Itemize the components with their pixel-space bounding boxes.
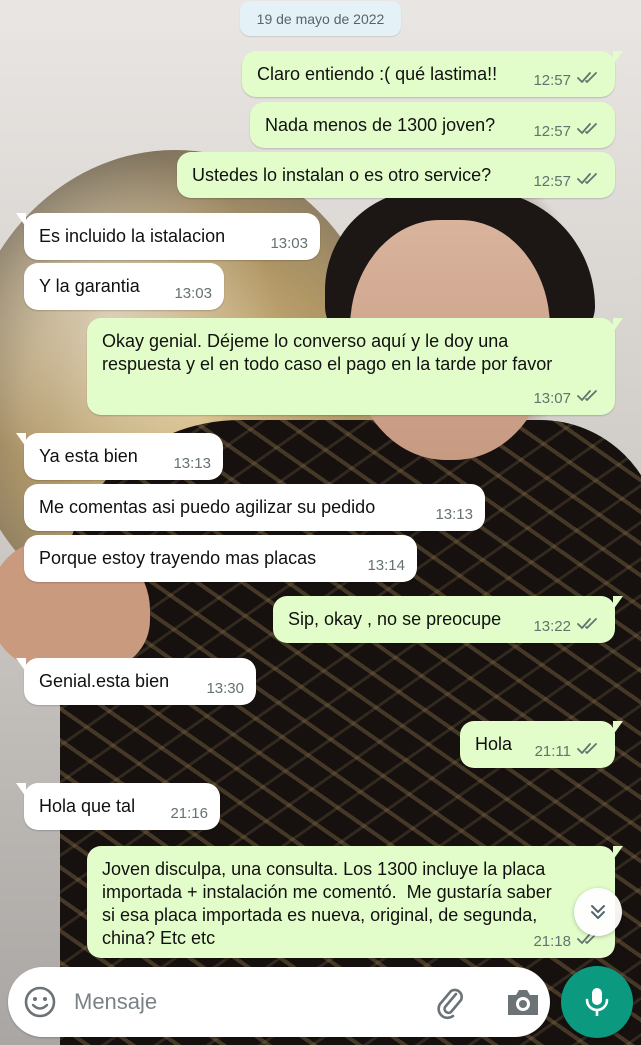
- paperclip-icon[interactable]: [432, 984, 468, 1020]
- message-time: 13:07: [533, 389, 571, 407]
- message-time: 13:14: [367, 557, 405, 574]
- outgoing-message[interactable]: Okay genial. Déjeme lo converso aquí y l…: [87, 318, 623, 415]
- message-text: Okay genial. Déjeme lo converso aquí y l…: [102, 331, 553, 374]
- message-time: 21:11: [534, 742, 571, 760]
- message-text: Porque estoy trayendo mas placas: [39, 548, 317, 568]
- message-meta: 12:57: [533, 71, 603, 89]
- message-text: Hola que tal: [39, 796, 136, 816]
- incoming-message[interactable]: Es incluido la istalacion 13:03: [16, 213, 320, 260]
- message-time: 13:03: [174, 285, 212, 302]
- incoming-message[interactable]: Porque estoy trayendo mas placas 13:14: [24, 535, 417, 582]
- message-text: Me comentas asi puedo agilizar su pedido: [39, 497, 376, 517]
- read-receipt-icon: [571, 71, 603, 89]
- message-time: 13:13: [435, 506, 473, 523]
- message-time: 13:13: [173, 455, 211, 472]
- message-time: 12:57: [533, 122, 571, 140]
- message-meta: 13:03: [174, 285, 212, 302]
- message-text: Claro entiendo :( qué lastima!!: [257, 64, 498, 84]
- read-receipt-icon: [571, 617, 603, 635]
- message-time: 13:30: [206, 680, 244, 697]
- message-text: Joven disculpa, una consulta. Los 1300 i…: [102, 859, 552, 948]
- message-text: Es incluido la istalacion: [39, 226, 226, 246]
- message-meta: 13:22: [533, 617, 603, 635]
- message-time: 12:57: [533, 71, 571, 89]
- outgoing-message[interactable]: Hola 21:11: [460, 721, 623, 768]
- incoming-message[interactable]: Genial.esta bien 13:30: [16, 658, 256, 705]
- date-separator: 19 de mayo de 2022: [240, 1, 401, 36]
- incoming-message[interactable]: Y la garantia 13:03: [24, 263, 224, 310]
- message-time: 21:16: [170, 805, 208, 822]
- read-receipt-icon: [571, 389, 603, 407]
- message-text: Y la garantia: [39, 276, 140, 296]
- microphone-icon: [585, 988, 609, 1016]
- message-time: 21:18: [533, 932, 571, 950]
- outgoing-message[interactable]: Ustedes lo instalan o es otro service? 12…: [177, 152, 615, 198]
- message-input[interactable]: [74, 982, 374, 1022]
- message-meta: 13:30: [206, 680, 244, 697]
- camera-icon[interactable]: [504, 984, 542, 1020]
- outgoing-message[interactable]: Sip, okay , no se preocupe 13:22: [273, 596, 623, 643]
- read-receipt-icon: [571, 172, 603, 190]
- message-meta: 12:57: [533, 172, 603, 190]
- message-meta: 21:16: [170, 805, 208, 822]
- chat-screen: 19 de mayo de 2022 Claro entiendo :( qué…: [0, 0, 641, 1045]
- double-chevron-down-icon: [591, 905, 605, 919]
- message-meta: 13:13: [435, 506, 473, 523]
- message-meta: 13:13: [173, 455, 211, 472]
- message-time: 13:22: [533, 617, 571, 635]
- message-time: 13:03: [270, 235, 308, 252]
- message-meta: 13:03: [270, 235, 308, 252]
- message-time: 12:57: [533, 172, 571, 190]
- message-text: Ustedes lo instalan o es otro service?: [192, 165, 492, 185]
- incoming-message[interactable]: Me comentas asi puedo agilizar su pedido…: [24, 484, 485, 531]
- read-receipt-icon: [571, 742, 603, 760]
- incoming-message[interactable]: Hola que tal 21:16: [16, 783, 220, 830]
- outgoing-message[interactable]: Nada menos de 1300 joven? 12:57: [250, 102, 615, 148]
- message-text: Sip, okay , no se preocupe: [288, 609, 502, 629]
- message-meta: 12:57: [533, 122, 603, 140]
- emoji-icon[interactable]: [22, 984, 58, 1020]
- outgoing-message[interactable]: Claro entiendo :( qué lastima!! 12:57: [242, 51, 623, 97]
- outgoing-message[interactable]: Joven disculpa, una consulta. Los 1300 i…: [87, 846, 623, 958]
- message-text: Genial.esta bien: [39, 671, 170, 691]
- message-meta: 21:11: [535, 742, 603, 760]
- scroll-to-bottom-button[interactable]: [574, 888, 622, 936]
- composer-bar: [8, 967, 550, 1037]
- microphone-button[interactable]: [561, 966, 633, 1038]
- message-text: Nada menos de 1300 joven?: [265, 115, 496, 135]
- incoming-message[interactable]: Ya esta bien 13:13: [16, 433, 223, 480]
- message-meta: 13:07: [533, 389, 603, 407]
- read-receipt-icon: [571, 122, 603, 140]
- message-text: Hola: [475, 734, 513, 754]
- message-meta: 13:14: [367, 557, 405, 574]
- message-text: Ya esta bien: [39, 446, 138, 466]
